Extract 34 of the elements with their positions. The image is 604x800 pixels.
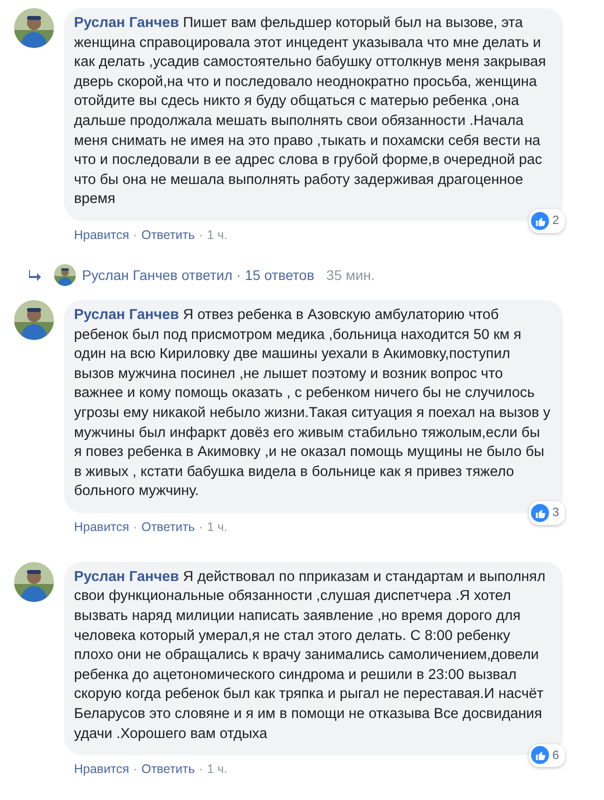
avatar-icon[interactable] (54, 264, 76, 286)
separator-dot: · (198, 228, 203, 242)
separator-dot: · (133, 228, 138, 242)
author-link[interactable]: Руслан Ганчев (74, 15, 179, 31)
separator-dot: · (198, 762, 203, 776)
comment-time: 1 ч. (206, 228, 228, 242)
like-link[interactable]: Нравится (74, 520, 130, 534)
avatar-icon[interactable] (14, 300, 54, 340)
replies-link[interactable]: Руслан Ганчев ответил · 15 ответов (82, 266, 314, 283)
avatar-icon[interactable] (14, 562, 54, 602)
separator-dot: · (133, 520, 138, 534)
thumbs-up-icon (531, 746, 550, 764)
reaction-count[interactable]: 2 (529, 209, 565, 233)
like-link[interactable]: Нравится (74, 762, 130, 776)
reply-time: 35 мин. (326, 266, 375, 283)
reply-link[interactable]: Ответить (141, 762, 195, 776)
avatar-icon[interactable] (14, 8, 54, 48)
reaction-count[interactable]: 6 (529, 744, 565, 768)
comment-text: Руслан Ганчев Пишет вам фельдшер который был на вызове, эта женщина справоцировала этот инцедент указывала что мне делать и как делать ,усадив самостоятельно бабушку оттолкнув меня закрывая дверь скорой,на что и последовало неоднократно просьба, женщина отойдите вы сдесь никто я буду общаться с матерью ребенка ,она дальше продолжала мешать выполнять свои обязанности .Начала меня снимать не имея на это право ,тыкать и похамски себя вести на что и последовали в ее адрес слова в грубой форме,в очередной рас что бы она не мешала выполнять работу задерживая драгоценное время (74, 15, 546, 208)
comment-time: 1 ч. (206, 520, 228, 534)
reaction-count[interactable]: 3 (529, 501, 565, 525)
reply-arrow-icon (28, 268, 42, 281)
author-link[interactable]: Руслан Ганчев (74, 306, 179, 323)
reply-link[interactable]: Ответить (141, 520, 195, 534)
separator-dot: · (198, 520, 203, 534)
separator-dot: · (133, 762, 138, 776)
comment-text: Руслан Ганчев Я действовал по пприказам и стандартам и выполнял свои функциональные обязанности ,слушая диспетчера .Я хотел вызвать наряд милиции написать заявление ,но время дорого для человека который умерал,я не стал этого делать. С 8:00 ребенку плохо они не обращались к врачу занимались самоличением,довели ребенка до ацетономического синдрома и решили в 23:00 вызвал скорую когда ребенок был как тряпка и рыгал не переставая.И насчёт Беларусов это словяне и я им в помощи не отказыва Все досвидания удачи .Хорошего вам отдыха (74, 568, 546, 742)
thumbs-up-icon (531, 504, 550, 522)
comment-text: Руслан Ганчев Я отвез ребенка в Азовскую амбулаторию чтоб ребенок был под присмотром медика ,больница находится 50 км я один на всю Кириловку две машины уехали в Акимовку,поступил вызов мужчина посинел ,не лышет поэтому и возник вопрос что важнее и кому помощь оказать , с ребенком ничего бы не случилось угрозы ему никакой небыло жизни.Такая ситуация я поехал на вызов у мужчины был инфаркт довёз его живым стабильно тяжолым,если бы я повез ребенка в Акимовку ,и не оказал помощь мущины не было бы в живых , кстати бабушка видела в больнице как я привез тяжело больного мужчину. (74, 306, 550, 500)
author-link[interactable]: Руслан Ганчев (74, 568, 179, 585)
reply-link[interactable]: Ответить (141, 228, 195, 242)
comment-time: 1 ч. (206, 762, 228, 776)
like-link[interactable]: Нравится (74, 228, 130, 242)
thumbs-up-icon (531, 212, 550, 230)
